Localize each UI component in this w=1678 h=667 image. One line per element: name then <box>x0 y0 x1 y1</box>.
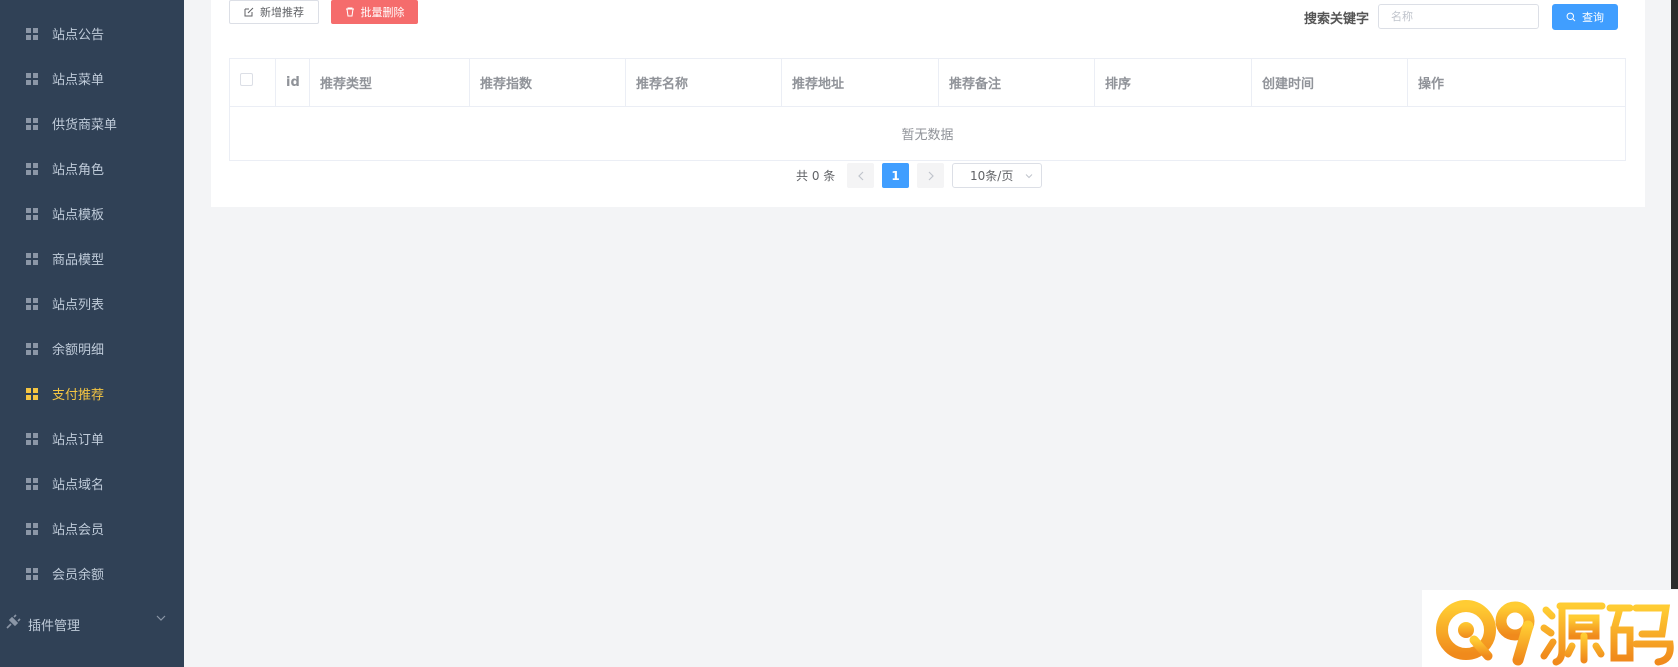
recommend-table: id 推荐类型 推荐指数 推荐名称 推荐地址 推荐备注 排序 创建时间 操作 暂… <box>229 58 1626 161</box>
grid-icon <box>26 117 38 130</box>
sidebar-group-label: 插件管理 <box>28 619 81 634</box>
sidebar-item-label: 站点列表 <box>52 298 105 313</box>
grid-icon <box>26 297 38 310</box>
batch-delete-button[interactable]: 批量删除 <box>331 0 418 24</box>
sidebar-item-site-template[interactable]: 站点模板 <box>0 191 184 236</box>
q9-logo-icon <box>1436 600 1674 666</box>
chevron-down-icon <box>156 615 166 621</box>
sidebar-item-product-model[interactable]: 商品模型 <box>0 236 184 281</box>
select-all-checkbox[interactable] <box>240 73 253 86</box>
empty-state-text: 暂无数据 <box>901 128 954 143</box>
sidebar-item-site-domain[interactable]: 站点域名 <box>0 461 184 506</box>
page-number-button[interactable]: 1 <box>882 163 909 188</box>
sidebar-item-site-list[interactable]: 站点列表 <box>0 281 184 326</box>
grid-icon <box>26 432 38 445</box>
sidebar-item-label: 站点菜单 <box>52 73 105 88</box>
grid-icon <box>26 342 38 355</box>
column-header-created-time[interactable]: 创建时间 <box>1252 59 1408 106</box>
watermark-logo <box>1422 590 1678 667</box>
pagination-total: 共 0 条 <box>796 169 836 183</box>
prev-page-button[interactable] <box>847 163 874 188</box>
sidebar-item-label: 站点域名 <box>52 478 105 493</box>
sidebar-item-member-balance[interactable]: 会员余额 <box>0 551 184 596</box>
sidebar-item-label: 站点会员 <box>52 523 105 538</box>
column-header-sort[interactable]: 排序 <box>1095 59 1252 106</box>
sidebar-item-label: 站点公告 <box>52 28 105 43</box>
grid-icon <box>26 567 38 580</box>
sidebar-item-site-role[interactable]: 站点角色 <box>0 146 184 191</box>
sidebar-item-label: 供货商菜单 <box>52 118 118 133</box>
sidebar-item-label: 余额明细 <box>52 343 105 358</box>
content-card: 新增推荐 批量删除 搜索关键字 查询 id 推荐类型 推荐指数 <box>211 0 1645 207</box>
pagination: 共 0 条 1 10条/页 <box>211 163 1645 189</box>
chevron-left-icon <box>857 171 863 180</box>
search-label: 搜索关键字 <box>1304 12 1370 27</box>
sidebar-item-supplier-menu[interactable]: 供货商菜单 <box>0 101 184 146</box>
grid-icon <box>26 522 38 535</box>
batch-delete-label: 批量删除 <box>360 6 405 19</box>
chevron-right-icon <box>928 171 934 180</box>
chevron-down-icon <box>1025 174 1033 179</box>
sidebar-item-site-members[interactable]: 站点会员 <box>0 506 184 551</box>
sidebar-item-label: 站点模板 <box>52 208 105 223</box>
grid-icon <box>26 477 38 490</box>
main-area: 新增推荐 批量删除 搜索关键字 查询 id 推荐类型 推荐指数 <box>184 0 1678 667</box>
sidebar-item-label: 支付推荐 <box>52 388 105 403</box>
page-scrollbar[interactable] <box>1671 0 1678 589</box>
page-size-select[interactable]: 10条/页 <box>952 163 1042 188</box>
sidebar-item-site-notice[interactable]: 站点公告 <box>0 11 184 56</box>
page-size-value: 10条/页 <box>970 169 1014 183</box>
sidebar-item-site-menu[interactable]: 站点菜单 <box>0 56 184 101</box>
trash-icon <box>345 7 354 17</box>
sidebar-item-label: 站点订单 <box>52 433 105 448</box>
query-label: 查询 <box>1582 11 1604 24</box>
sidebar-item-payment-recommend[interactable]: 支付推荐 <box>0 371 184 416</box>
table-header: id 推荐类型 推荐指数 推荐名称 推荐地址 推荐备注 排序 创建时间 操作 <box>230 59 1625 107</box>
column-header-remark[interactable]: 推荐备注 <box>939 59 1095 106</box>
sidebar-item-site-orders[interactable]: 站点订单 <box>0 416 184 461</box>
grid-icon <box>26 252 38 265</box>
column-header-name[interactable]: 推荐名称 <box>626 59 782 106</box>
search-icon <box>1566 12 1576 22</box>
sidebar-item-label: 站点角色 <box>52 163 105 178</box>
column-header-id[interactable]: id <box>276 59 310 106</box>
grid-icon <box>26 27 38 40</box>
search-input[interactable] <box>1378 4 1539 29</box>
add-recommend-label: 新增推荐 <box>260 6 304 19</box>
sidebar-item-label: 会员余额 <box>52 568 105 583</box>
select-all-cell <box>230 59 276 106</box>
column-header-address[interactable]: 推荐地址 <box>782 59 939 106</box>
sidebar-group-plugin-management[interactable]: 插件管理 <box>0 600 184 645</box>
column-header-index[interactable]: 推荐指数 <box>470 59 626 106</box>
grid-icon <box>26 162 38 175</box>
column-header-actions: 操作 <box>1418 77 1445 92</box>
column-header-type[interactable]: 推荐类型 <box>310 59 470 106</box>
plug-icon <box>6 614 21 629</box>
sidebar: 站点公告 站点菜单 供货商菜单 站点角色 站点模板 商品模型 站点列表 余额明细… <box>0 0 184 667</box>
grid-icon <box>26 387 38 400</box>
query-button[interactable]: 查询 <box>1552 4 1618 30</box>
sidebar-item-balance-detail[interactable]: 余额明细 <box>0 326 184 371</box>
sidebar-item-label: 商品模型 <box>52 253 105 268</box>
grid-icon <box>26 72 38 85</box>
grid-icon <box>26 207 38 220</box>
edit-icon <box>244 7 254 17</box>
next-page-button[interactable] <box>917 163 944 188</box>
add-recommend-button[interactable]: 新增推荐 <box>229 0 319 24</box>
